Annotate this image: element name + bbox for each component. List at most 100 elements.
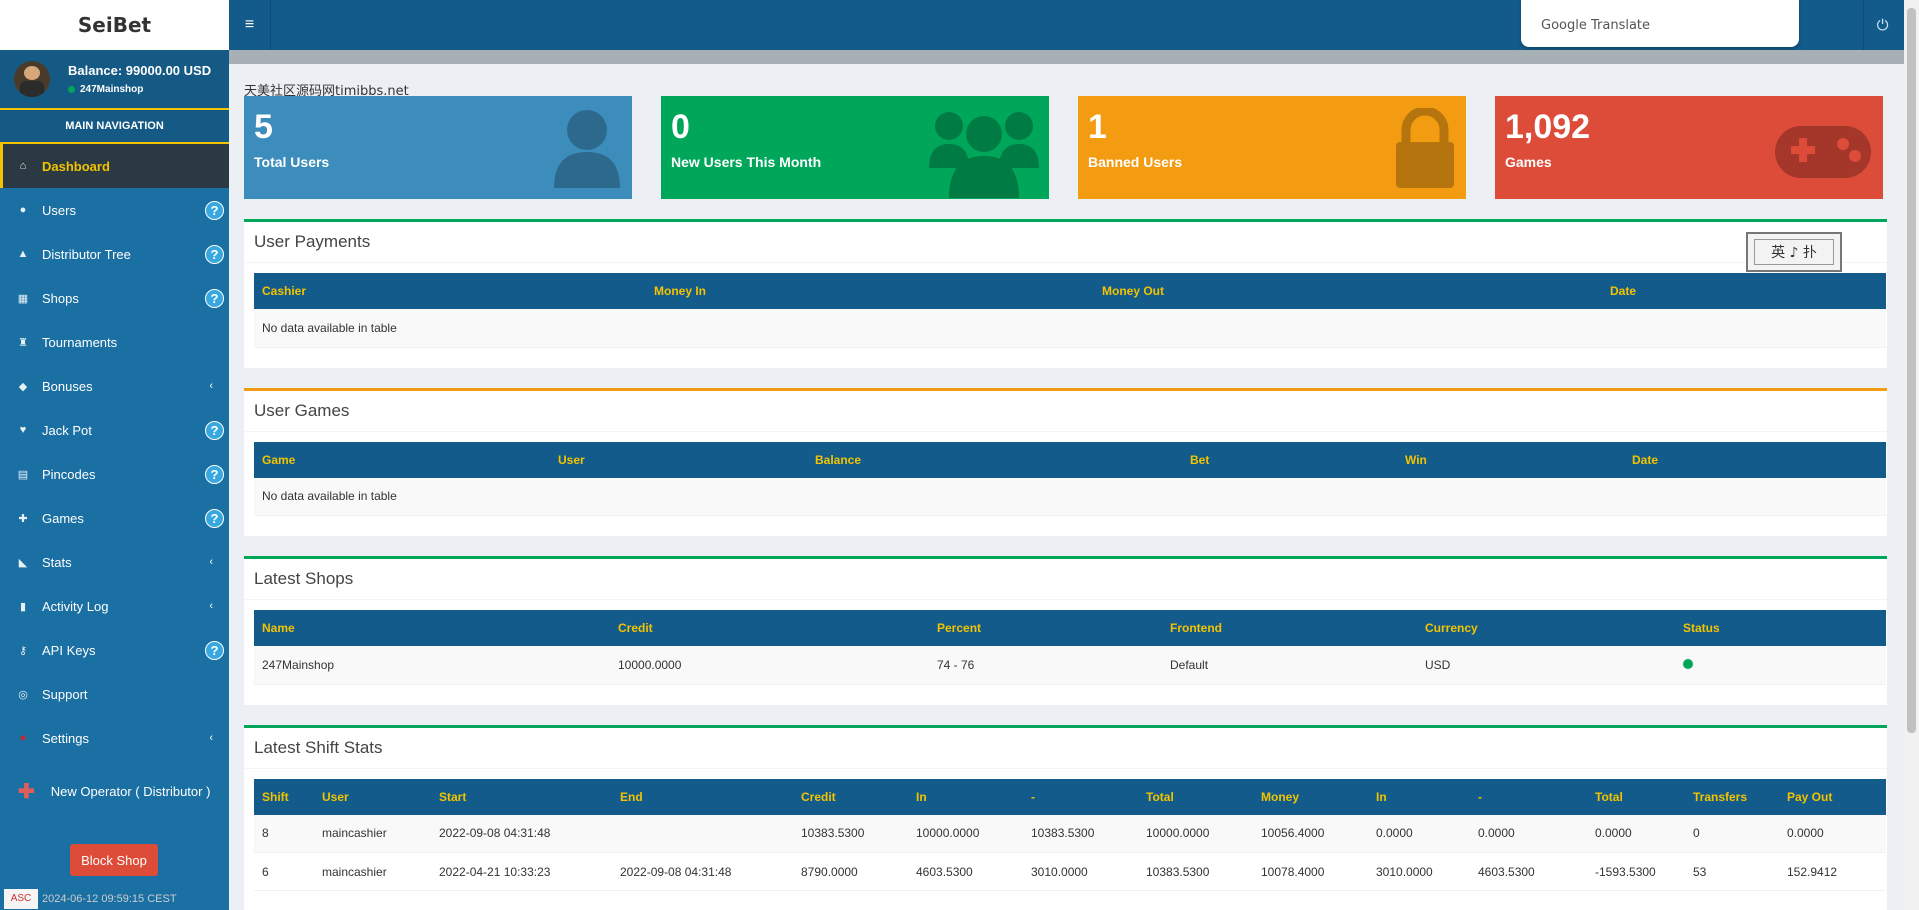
watermark-text: 天美社区源码网timibbs.net bbox=[244, 84, 409, 99]
help-icon[interactable]: ? bbox=[205, 464, 224, 484]
sidebar-item-settings[interactable]: ● Settings ‹ bbox=[0, 716, 229, 760]
user-games-title: User Games bbox=[244, 391, 1887, 432]
new-operator-link[interactable]: ✚ New Operator ( Distributor ) bbox=[0, 766, 229, 816]
sidebar: SeiBet Balance: 99000.00 USD 247Mainshop… bbox=[0, 0, 229, 910]
life-ring-icon: ◎ bbox=[18, 688, 28, 701]
chevron-left-icon[interactable]: ‹ bbox=[209, 380, 213, 392]
column-header[interactable]: In bbox=[1368, 778, 1470, 815]
sidebar-item-jack-pot[interactable]: ♥ Jack Pot? bbox=[0, 408, 229, 452]
sidebar-item-label: Dashboard bbox=[42, 158, 110, 174]
shop-name-cell[interactable]: 247Mainshop bbox=[254, 646, 610, 685]
sidebar-item-stats[interactable]: ◣ Stats ‹ bbox=[0, 540, 229, 584]
user-games-box: User Games Game User Balance Bet Win Dat… bbox=[244, 387, 1887, 536]
sidebar-item-users[interactable]: ● Users? bbox=[0, 188, 229, 232]
main-content: 天美社区源码网timibbs.net 5 Total Users 0 New U… bbox=[244, 64, 1887, 910]
power-icon[interactable]: ⏻ bbox=[1863, 0, 1901, 50]
sidebar-item-label: Stats bbox=[42, 554, 72, 570]
main-navigation-header: MAIN NAVIGATION bbox=[0, 108, 229, 144]
column-header[interactable]: Cashier bbox=[254, 273, 646, 309]
help-icon[interactable]: ? bbox=[205, 244, 224, 264]
column-header[interactable]: Win bbox=[1397, 441, 1624, 478]
bar-chart-icon: ▮ bbox=[19, 600, 27, 613]
table-cell: 10000.0000 bbox=[1138, 814, 1253, 853]
chevron-left-icon[interactable]: ‹ bbox=[209, 732, 213, 744]
column-header[interactable]: Name bbox=[254, 610, 610, 646]
column-header[interactable]: Status bbox=[1675, 610, 1886, 646]
user-payments-box: User Payments 英 ♪ 扑 Cashier Money In Mon… bbox=[244, 219, 1887, 368]
column-header[interactable]: Bet bbox=[1182, 441, 1397, 478]
gamepad-icon: ✚ bbox=[18, 512, 28, 525]
column-header[interactable]: Pay Out bbox=[1779, 778, 1886, 815]
column-header[interactable]: Total bbox=[1138, 778, 1253, 815]
sidebar-item-api-keys[interactable]: ⚷ API Keys? bbox=[0, 628, 229, 672]
column-header[interactable]: User bbox=[550, 441, 807, 478]
column-header[interactable]: Transfers bbox=[1685, 778, 1779, 815]
sidebar-item-label: Settings bbox=[42, 730, 89, 746]
menu-toggle-icon[interactable]: ≡ bbox=[229, 0, 271, 50]
sidebar-item-tournaments[interactable]: ♜ Tournaments bbox=[0, 320, 229, 364]
app-logo[interactable]: SeiBet bbox=[0, 0, 229, 50]
shift-stats-box: Latest Shift Stats Shift User Start End Cred… bbox=[244, 724, 1887, 910]
table-cell: 3010.0000 bbox=[1023, 852, 1138, 891]
table-cell: 2022-04-21 10:33:23 bbox=[431, 852, 612, 891]
column-header[interactable]: Money Out bbox=[1094, 273, 1602, 309]
banned-users-tile[interactable]: 1 Banned Users bbox=[1078, 96, 1466, 199]
tree-icon: ▲ bbox=[17, 248, 29, 260]
column-header[interactable]: Date bbox=[1624, 441, 1886, 478]
column-header[interactable]: Money bbox=[1253, 778, 1368, 815]
table-cell: 8790.0000 bbox=[793, 852, 908, 891]
page-scrollbar[interactable] bbox=[1904, 0, 1919, 910]
column-header[interactable]: Money In bbox=[646, 273, 1094, 309]
lock-icon bbox=[1396, 108, 1454, 188]
column-header[interactable]: Total bbox=[1587, 778, 1685, 815]
column-header[interactable]: Credit bbox=[610, 610, 929, 646]
total-users-tile[interactable]: 5 Total Users bbox=[244, 96, 632, 199]
sidebar-item-support[interactable]: ◎ Support bbox=[0, 672, 229, 716]
help-icon[interactable]: ? bbox=[205, 420, 224, 440]
user-panel: Balance: 99000.00 USD 247Mainshop bbox=[0, 50, 229, 108]
column-header[interactable]: Credit bbox=[793, 778, 908, 815]
sidebar-item-label: Tournaments bbox=[42, 334, 118, 350]
table-cell: 10383.5300 bbox=[1138, 852, 1253, 891]
sidebar-item-pincodes[interactable]: ▤ Pincodes? bbox=[0, 452, 229, 496]
chevron-left-icon[interactable]: ‹ bbox=[209, 556, 213, 568]
sidebar-item-label: API Keys bbox=[42, 642, 96, 658]
sidebar-item-games[interactable]: ✚ Games? bbox=[0, 496, 229, 540]
sidebar-item-label: Users bbox=[42, 202, 76, 218]
column-header[interactable]: In bbox=[908, 778, 1023, 815]
home-icon: ⌂ bbox=[19, 160, 27, 172]
sidebar-item-dashboard[interactable]: ⌂ Dashboard bbox=[0, 144, 229, 188]
table-row[interactable]: 8 maincashier 2022-09-08 04:31:48 10383.530… bbox=[254, 814, 1886, 853]
shop-status: 247Mainshop bbox=[68, 84, 211, 95]
user-payments-title: User Payments bbox=[244, 222, 1887, 263]
games-tile[interactable]: 1,092 Games bbox=[1495, 96, 1883, 199]
sidebar-item-shops[interactable]: ▦ Shops? bbox=[0, 276, 229, 320]
column-header[interactable]: Currency bbox=[1417, 610, 1675, 646]
block-shop-button[interactable]: Block Shop bbox=[70, 844, 158, 876]
column-header[interactable]: Frontend bbox=[1162, 610, 1417, 646]
column-header[interactable]: Game bbox=[254, 441, 550, 478]
column-header[interactable]: Start bbox=[431, 778, 612, 815]
column-header[interactable]: Date bbox=[1602, 273, 1886, 309]
column-header[interactable]: User bbox=[314, 778, 431, 815]
column-header[interactable]: End bbox=[612, 778, 793, 815]
sidebar-item-activity-log[interactable]: ▮ Activity Log ‹ bbox=[0, 584, 229, 628]
google-translate-widget[interactable]: Google Translate bbox=[1521, 0, 1799, 47]
table-row[interactable]: 6 maincashier 2022-04-21 10:33:23 2022-09-0… bbox=[254, 852, 1886, 891]
column-header[interactable]: - bbox=[1470, 778, 1587, 815]
help-icon[interactable]: ? bbox=[205, 288, 224, 308]
chevron-left-icon[interactable]: ‹ bbox=[209, 600, 213, 612]
help-icon[interactable]: ? bbox=[205, 508, 224, 528]
help-icon[interactable]: ? bbox=[205, 640, 224, 660]
new-users-tile[interactable]: 0 New Users This Month bbox=[661, 96, 1049, 199]
column-header[interactable]: Percent bbox=[929, 610, 1162, 646]
column-header[interactable]: Balance bbox=[807, 441, 1182, 478]
column-header[interactable]: Shift bbox=[254, 778, 314, 815]
sidebar-item-bonuses[interactable]: ◆ Bonuses ‹ bbox=[0, 364, 229, 408]
key-icon: ⚷ bbox=[18, 644, 28, 657]
sidebar-item-distributor-tree[interactable]: ▲ Distributor Tree? bbox=[0, 232, 229, 276]
scrollbar-thumb[interactable] bbox=[1907, 8, 1916, 733]
help-icon[interactable]: ? bbox=[205, 200, 224, 220]
latest-shops-table: Name Credit Percent Frontend Currency St… bbox=[254, 610, 1886, 685]
column-header[interactable]: - bbox=[1023, 778, 1138, 815]
